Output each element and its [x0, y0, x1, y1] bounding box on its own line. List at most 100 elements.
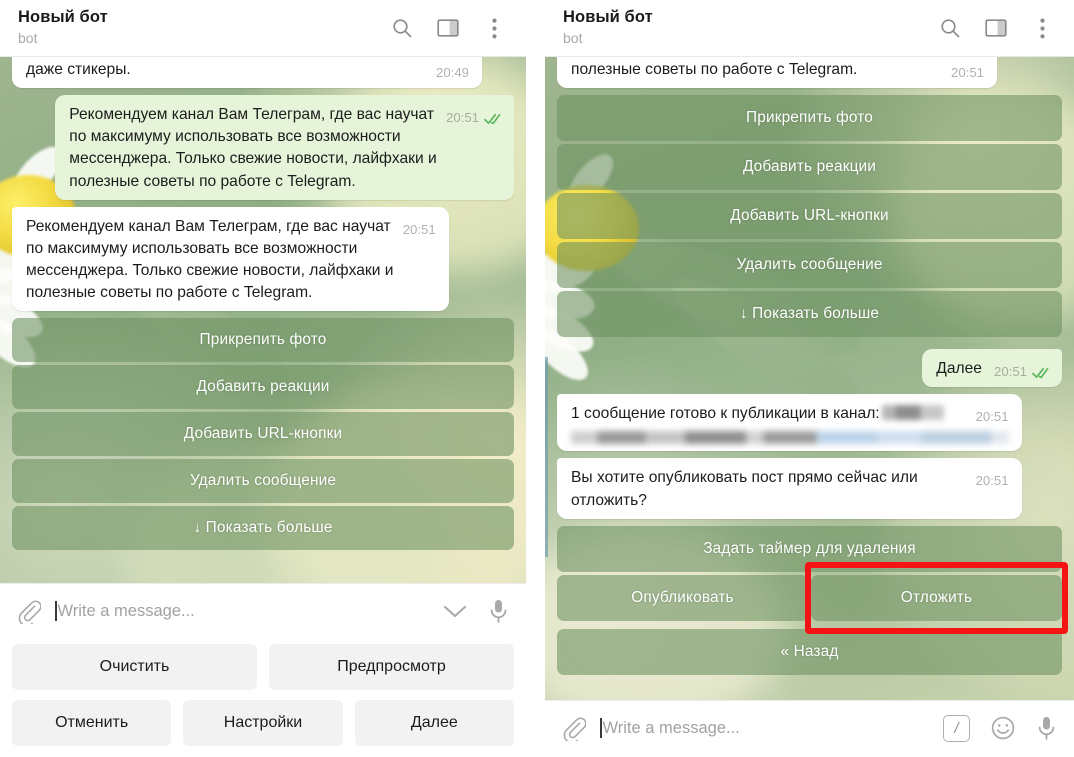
message-time: 20:51: [950, 65, 984, 80]
double-check-icon: [1032, 367, 1049, 379]
message-bubble-publish-question[interactable]: 20:51 Вы хотите опубликовать пост прямо …: [557, 458, 1022, 519]
message-row: 20:51 Рекомендуем канал Вам Телеграм, гд…: [12, 206, 514, 312]
reply-keyboard-row: Очистить Предпросмотр: [12, 644, 514, 690]
input-placeholder: Write a message...: [57, 601, 195, 620]
search-icon[interactable]: [938, 16, 962, 40]
message-time: 20:51: [402, 221, 436, 237]
composer-right-icons-right: /: [943, 714, 1057, 742]
highlighted-button-wrapper: Отложить: [805, 561, 1068, 634]
message-text: 1 сообщение готово к публикации в канал:: [571, 405, 880, 423]
inline-button-set-delete-timer[interactable]: Задать таймер для удаления: [557, 525, 1062, 572]
chat-subtitle: bot: [563, 29, 583, 46]
command-slash-icon[interactable]: /: [943, 714, 970, 742]
inline-button-add-url-buttons[interactable]: Добавить URL-кнопки: [557, 193, 1062, 240]
message-input-right[interactable]: Write a message...: [600, 701, 929, 755]
message-bubble-recommend-out[interactable]: 20:51 Рекомендуем канал Вам Телеграм, гд…: [55, 95, 514, 200]
telegram-dual-screenshot: Новый бот bot 20:49 даже стикеры. 20:51 …: [0, 0, 1074, 757]
chevron-down-icon[interactable]: [442, 603, 468, 620]
message-meta: 20:51: [994, 363, 1049, 382]
inline-button-attach-photo[interactable]: Прикрепить фото: [557, 95, 1062, 142]
reply-button-settings[interactable]: Настройки: [183, 700, 343, 746]
message-bubble-clipped[interactable]: 20:51 полезные советы по работе с Telegr…: [557, 57, 997, 89]
chat-scroll-left[interactable]: 20:49 даже стикеры. 20:51 Рекомендуем ка…: [0, 57, 526, 583]
inline-button-add-url-buttons[interactable]: Добавить URL-кнопки: [12, 412, 514, 457]
inline-button-publish[interactable]: Опубликовать: [557, 574, 808, 621]
message-time: 20:51: [993, 364, 1027, 380]
chat-title: Новый бот: [563, 8, 653, 27]
chat-header-left: Новый бот bot: [0, 0, 526, 57]
message-row: 20:51 полезные советы по работе с Telegr…: [557, 57, 1062, 89]
composer-left: Write a message...: [0, 583, 526, 638]
inline-button-back[interactable]: « Назад: [557, 628, 1062, 675]
more-menu-icon[interactable]: [482, 16, 506, 40]
input-placeholder: Write a message...: [602, 718, 740, 737]
header-icon-group: [938, 16, 1060, 40]
message-bubble-stickers[interactable]: 20:49 даже стикеры.: [12, 57, 482, 89]
inline-button-postpone[interactable]: Отложить: [811, 574, 1062, 621]
reply-button-clear[interactable]: Очистить: [12, 644, 257, 690]
more-menu-icon[interactable]: [1030, 16, 1054, 40]
search-icon[interactable]: [390, 16, 414, 40]
message-time: 20:51: [975, 409, 1009, 425]
right-chat-panel: Новый бот bot 20:51 полезные советы по р…: [545, 0, 1074, 757]
reply-button-preview[interactable]: Предпросмотр: [269, 644, 514, 690]
chat-scroll-right[interactable]: 20:51 полезные советы по работе с Telegr…: [545, 57, 1074, 700]
inline-button-delete-message[interactable]: Удалить сообщение: [557, 242, 1062, 289]
inline-button-add-reactions[interactable]: Добавить реакции: [557, 144, 1062, 191]
attach-icon[interactable]: [561, 716, 586, 741]
message-time: 20:49: [435, 65, 469, 80]
text-caret: [55, 601, 57, 621]
redacted-channel-name: [881, 405, 944, 421]
header-icon-group: [390, 16, 512, 40]
message-row: 20:51 1 сообщение готово к публикации в …: [557, 394, 1062, 452]
inline-button-delete-message[interactable]: Удалить сообщение: [12, 459, 514, 504]
sidebar-toggle-icon[interactable]: [984, 16, 1008, 40]
panel-divider: [526, 0, 545, 757]
message-meta: 20:51: [403, 221, 436, 240]
double-check-icon: [484, 113, 501, 125]
reply-button-next[interactable]: Далее: [354, 700, 514, 746]
message-text: Рекомендуем канал Вам Телеграм, где вас …: [69, 106, 437, 190]
message-row: 20:51 Вы хотите опубликовать пост прямо …: [557, 458, 1062, 519]
chat-scrollbar[interactable]: [545, 357, 548, 557]
message-list-left: 20:49 даже стикеры. 20:51 Рекомендуем ка…: [0, 57, 526, 312]
reply-button-cancel[interactable]: Отменить: [12, 700, 172, 746]
composer-right-icons-left: [442, 598, 509, 624]
reply-keyboard-left: Очистить Предпросмотр Отменить Настройки…: [0, 638, 526, 756]
composer-right: Write a message... /: [545, 700, 1074, 755]
inline-button-show-more[interactable]: ↓ Показать больше: [557, 291, 1062, 338]
text-caret: [600, 718, 602, 738]
message-text: Рекомендуем канал Вам Телеграм, где вас …: [26, 217, 394, 302]
redacted-channel-link: [571, 431, 1009, 445]
message-time: 20:51: [975, 473, 1009, 489]
message-meta: 20:51: [976, 408, 1009, 427]
message-bubble-ready-to-publish[interactable]: 20:51 1 сообщение готово к публикации в …: [557, 394, 1022, 452]
sidebar-toggle-icon[interactable]: [436, 16, 460, 40]
inline-button-show-more[interactable]: ↓ Показать больше: [12, 506, 514, 551]
left-chat-panel: Новый бот bot 20:49 даже стикеры. 20:51 …: [0, 0, 526, 757]
message-bubble-recommend-in[interactable]: 20:51 Рекомендуем канал Вам Телеграм, гд…: [12, 206, 449, 312]
message-row: 20:51 Далее: [557, 349, 1062, 388]
attach-icon[interactable]: [16, 599, 41, 624]
inline-button-attach-photo[interactable]: Прикрепить фото: [12, 318, 514, 363]
chat-title: Новый бот: [18, 8, 108, 27]
inline-button-add-reactions[interactable]: Добавить реакции: [12, 365, 514, 410]
microphone-icon[interactable]: [488, 598, 509, 624]
inline-keyboard-left: Прикрепить фото Добавить реакции Добавит…: [0, 318, 526, 551]
message-row: 20:49 даже стикеры.: [12, 57, 514, 89]
message-input-left[interactable]: Write a message...: [55, 584, 428, 638]
message-list-right-lower: 20:51 Далее 20:51 1 сообщение готово к п…: [545, 349, 1074, 519]
emoji-icon[interactable]: [990, 715, 1016, 741]
chat-header-right: Новый бот bot: [545, 0, 1074, 57]
message-list-right: 20:51 полезные советы по работе с Telegr…: [545, 57, 1074, 89]
message-meta: 20:51: [446, 109, 501, 128]
message-time: 20:51: [445, 110, 479, 126]
message-text: полезные советы по работе с Telegram.: [571, 61, 858, 78]
message-text: Вы хотите опубликовать пост прямо сейчас…: [571, 469, 918, 509]
message-text: даже стикеры.: [26, 61, 131, 78]
microphone-icon[interactable]: [1036, 715, 1057, 741]
chat-title-block: Новый бот bot: [18, 8, 390, 48]
message-bubble-next[interactable]: 20:51 Далее: [922, 349, 1062, 388]
chat-title-block: Новый бот bot: [563, 8, 938, 48]
inline-keyboard-right-top: Прикрепить фото Добавить реакции Добавит…: [545, 95, 1074, 338]
